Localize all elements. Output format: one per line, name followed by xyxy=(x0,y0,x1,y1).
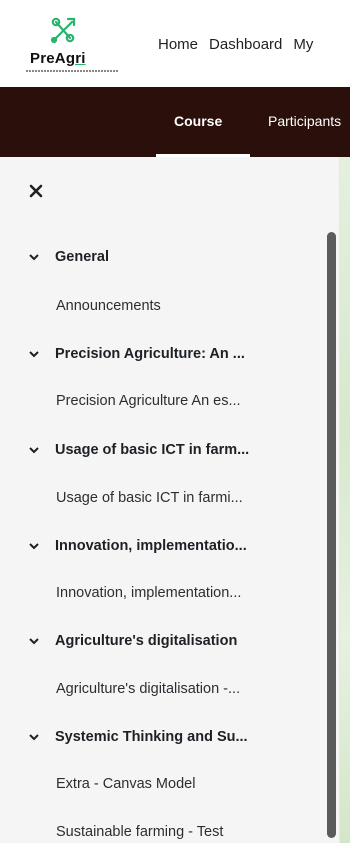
activity-label: Announcements xyxy=(56,298,161,314)
activity-label: Agriculture's digitalisation -... xyxy=(56,681,241,697)
chevron-down-icon xyxy=(29,351,39,358)
section-systemic-thinking[interactable]: Systemic Thinking and Su... xyxy=(0,722,320,752)
activity-link[interactable]: Precision Agriculture An es... xyxy=(0,386,320,416)
close-icon xyxy=(29,184,43,198)
section-title: General xyxy=(55,249,109,265)
brand-name: PreAgri xyxy=(30,50,86,67)
primary-nav: Home Dashboard My xyxy=(158,36,313,53)
section-precision-agriculture[interactable]: Precision Agriculture: An ... xyxy=(0,339,320,369)
top-navbar: PreAgri Home Dashboard My xyxy=(0,0,350,87)
activity-label: Innovation, implementation... xyxy=(56,585,242,601)
close-drawer-button[interactable] xyxy=(26,181,46,201)
section-title: Precision Agriculture: An ... xyxy=(55,346,245,362)
section-innovation[interactable]: Innovation, implementatio... xyxy=(0,531,320,561)
activity-link[interactable]: Extra - Canvas Model xyxy=(0,769,320,799)
course-secondary-nav: Course Participants xyxy=(0,87,350,157)
activity-label: Precision Agriculture An es... xyxy=(56,393,241,409)
section-title: Innovation, implementatio... xyxy=(55,538,247,554)
section-basic-ict[interactable]: Usage of basic ICT in farm... xyxy=(0,435,320,465)
course-index-drawer: General Announcements Precision Agricult… xyxy=(0,157,340,843)
nav-link-dashboard[interactable]: Dashboard xyxy=(209,36,282,53)
activity-label: Sustainable farming - Test xyxy=(56,824,224,840)
chevron-down-icon xyxy=(29,734,39,741)
page-background-strip xyxy=(340,157,350,843)
section-digitalisation[interactable]: Agriculture's digitalisation xyxy=(0,626,320,656)
activity-link[interactable]: Sustainable farming - Test xyxy=(0,817,320,843)
section-title: Usage of basic ICT in farm... xyxy=(55,442,250,458)
tab-participants[interactable]: Participants xyxy=(268,113,341,129)
section-title: Agriculture's digitalisation xyxy=(55,633,238,649)
chevron-down-icon xyxy=(29,254,39,261)
brand-tagline-decoration xyxy=(26,70,118,72)
section-general[interactable]: General xyxy=(0,242,320,272)
activity-link[interactable]: Usage of basic ICT in farmi... xyxy=(0,483,320,513)
chevron-down-icon xyxy=(29,638,39,645)
section-title: Systemic Thinking and Su... xyxy=(55,729,248,745)
nav-link-my-courses[interactable]: My xyxy=(293,36,313,53)
activity-link[interactable]: Agriculture's digitalisation -... xyxy=(0,674,320,704)
drawer-scrollbar[interactable] xyxy=(327,232,336,838)
preagri-logo-icon xyxy=(50,17,76,44)
nav-link-home[interactable]: Home xyxy=(158,36,198,53)
activity-label: Usage of basic ICT in farmi... xyxy=(56,490,243,506)
tab-course[interactable]: Course xyxy=(174,113,222,129)
chevron-down-icon xyxy=(29,447,39,454)
chevron-down-icon xyxy=(29,543,39,550)
activity-link[interactable]: Announcements xyxy=(0,291,320,321)
activity-label: Extra - Canvas Model xyxy=(56,776,196,792)
site-logo[interactable]: PreAgri xyxy=(18,14,118,78)
activity-link[interactable]: Innovation, implementation... xyxy=(0,578,320,608)
